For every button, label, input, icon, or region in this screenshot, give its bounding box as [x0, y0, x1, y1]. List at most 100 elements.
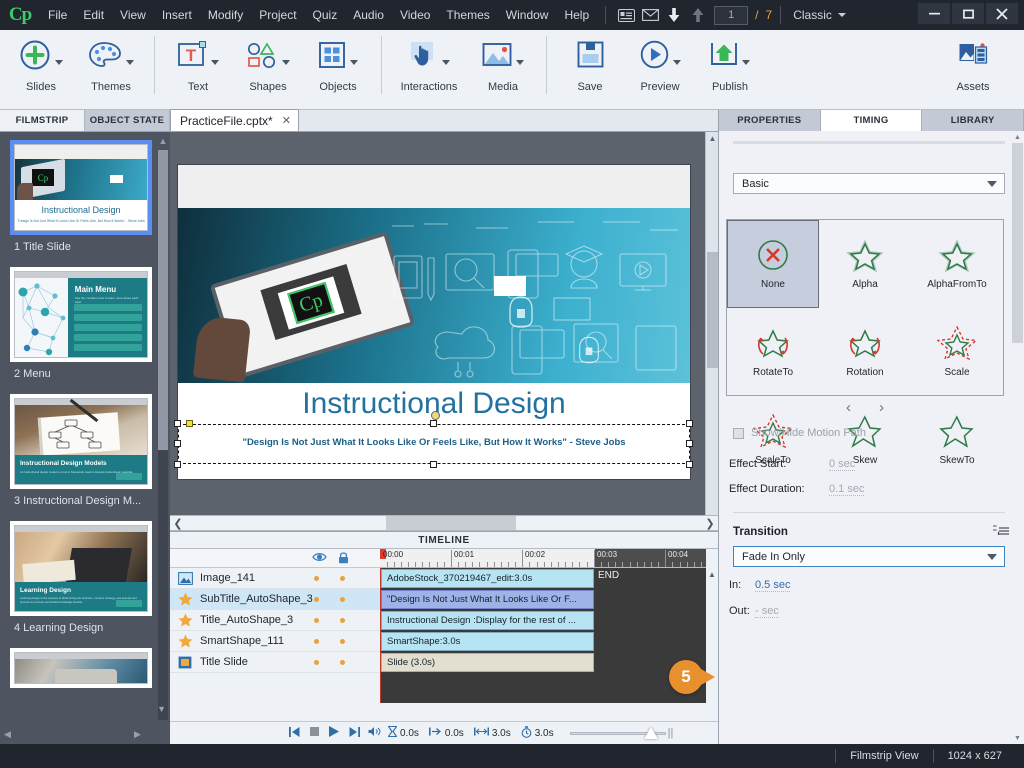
canvas-vscrollbar[interactable]: ▲ [705, 132, 718, 515]
ribbon-media[interactable]: Media [468, 30, 538, 93]
timeline-zoom-slider[interactable] [569, 727, 666, 739]
resize-handle-mr[interactable] [686, 440, 693, 447]
skip-start-icon[interactable] [284, 726, 304, 740]
list-item[interactable]: Main Menu Use the module menu to learn m… [10, 267, 160, 380]
visibility-dot[interactable] [314, 596, 319, 602]
hero-image[interactable]: Cp [178, 208, 690, 383]
mail-icon[interactable] [638, 4, 662, 26]
visibility-dot[interactable] [314, 659, 319, 665]
status-view-mode[interactable]: Filmstrip View [850, 750, 918, 762]
timeline-bar[interactable]: SmartShape:3.0s [381, 632, 594, 651]
slide-notes-icon[interactable] [614, 4, 638, 26]
canvas-hscrollbar[interactable]: ❮ ❯ [170, 515, 718, 531]
lock-icon[interactable] [338, 551, 349, 567]
filmstrip-next-icon[interactable]: ▶ [134, 729, 141, 740]
motion-path-checkbox[interactable] [733, 427, 744, 439]
menu-quiz[interactable]: Quiz [305, 4, 346, 26]
tab-timing[interactable]: TIMING [820, 110, 923, 131]
slide-thumbnail-5[interactable] [10, 648, 152, 688]
filmstrip-panel[interactable]: Cp Instructional Design "Design Is Not J… [0, 132, 170, 744]
stop-icon[interactable] [304, 727, 324, 739]
ribbon-themes[interactable]: Themes [76, 30, 146, 93]
effect-scale[interactable]: Scale [911, 308, 1003, 396]
scroll-left-icon[interactable]: ❮ [170, 517, 186, 530]
menu-help[interactable]: Help [556, 4, 597, 26]
scroll-thumb[interactable] [386, 516, 516, 530]
scroll-right-icon[interactable]: ❯ [702, 517, 718, 530]
visibility-dot[interactable] [314, 638, 319, 644]
lock-dot[interactable] [340, 596, 345, 602]
effect-start-value[interactable]: 0 sec [829, 458, 856, 471]
download-icon[interactable] [662, 4, 686, 26]
scroll-thumb[interactable] [707, 252, 718, 368]
resize-handle-br[interactable] [686, 461, 693, 468]
menu-video[interactable]: Video [392, 4, 438, 26]
slide-thumbnail-1[interactable]: Cp Instructional Design "Design Is Not J… [10, 140, 152, 235]
tab-library[interactable]: LIBRARY [922, 110, 1024, 131]
menu-view[interactable]: View [112, 4, 154, 26]
ribbon-objects[interactable]: Objects [303, 30, 373, 93]
rotate-handle[interactable] [431, 411, 440, 420]
menu-themes[interactable]: Themes [438, 4, 497, 26]
effect-category-dropdown[interactable]: Basic [733, 173, 1005, 194]
shape-adjust-handle[interactable] [186, 420, 193, 427]
tab-object-state[interactable]: OBJECT STATE [85, 110, 170, 131]
table-row[interactable]: SmartShape_111 [170, 631, 380, 652]
chevron-down-icon[interactable] [987, 180, 997, 187]
chevron-down-icon[interactable] [282, 59, 290, 65]
effects-prev-icon[interactable]: ‹ [846, 399, 851, 416]
list-item[interactable]: Instructional Design Models An instructi… [10, 394, 160, 507]
scroll-down-icon[interactable]: ▼ [157, 704, 166, 714]
ribbon-save[interactable]: Save [555, 30, 625, 93]
timeline-bar[interactable]: Slide (3.0s) [381, 653, 594, 672]
timeline-bar[interactable]: Instructional Design :Display for the re… [381, 611, 594, 630]
scroll-thumb[interactable] [158, 150, 168, 450]
chevron-down-icon[interactable] [211, 59, 219, 65]
resize-handle-tr[interactable] [686, 420, 693, 427]
page-number-input[interactable]: 1 [714, 5, 749, 25]
slide-thumbnail-3[interactable]: Instructional Design Models An instructi… [10, 394, 152, 489]
timeline-bar[interactable]: AdobeStock_370219467_edit:3.0s [381, 569, 594, 588]
menu-edit[interactable]: Edit [75, 4, 112, 26]
scroll-up-icon[interactable]: ▲ [158, 136, 168, 146]
close-icon[interactable]: ✕ [282, 114, 291, 127]
menu-project[interactable]: Project [251, 4, 304, 26]
table-row[interactable]: SubTitle_AutoShape_3 [170, 589, 380, 610]
menu-file[interactable]: File [40, 4, 75, 26]
table-row[interactable]: Title Slide [170, 652, 380, 673]
scroll-up-icon[interactable]: ▲ [706, 132, 718, 145]
list-item[interactable] [10, 648, 160, 688]
list-item[interactable]: Cp Instructional Design "Design Is Not J… [10, 140, 160, 253]
ribbon-publish[interactable]: Publish [695, 30, 765, 93]
effect-alpha[interactable]: Alpha [819, 220, 911, 308]
motion-path-checkbox-row[interactable]: Show/Hide Motion Path [733, 427, 866, 439]
chevron-down-icon[interactable] [742, 59, 750, 65]
tab-properties[interactable]: PROPERTIES [719, 110, 821, 131]
chevron-down-icon[interactable] [987, 553, 997, 560]
resize-handle-tc[interactable] [430, 420, 437, 427]
resize-handle-bl[interactable] [174, 461, 181, 468]
filmstrip-scrollbar[interactable]: ▲ [158, 136, 168, 736]
ribbon-interactions[interactable]: Interactions [390, 30, 468, 93]
effect-duration-value[interactable]: 0.1 sec [829, 483, 865, 496]
scroll-track[interactable] [186, 516, 702, 530]
document-tab[interactable]: PracticeFile.cptx* ✕ [170, 109, 299, 131]
chevron-down-icon[interactable] [126, 59, 134, 65]
menu-window[interactable]: Window [498, 4, 557, 26]
scroll-thumb[interactable] [1012, 143, 1023, 343]
timeline-vscrollbar[interactable]: ▲ ▼ [706, 568, 718, 730]
effect-none[interactable]: None [727, 220, 819, 308]
ribbon-slides[interactable]: Slides [6, 30, 76, 93]
effects-grid[interactable]: None Alpha AlphaFromTo RotateTo Rotation… [726, 219, 1004, 466]
resize-grip-icon[interactable]: || [668, 727, 674, 739]
close-button[interactable] [986, 3, 1018, 24]
chevron-down-icon[interactable] [672, 59, 681, 65]
scroll-up-icon[interactable]: ▲ [1012, 131, 1023, 143]
tab-filmstrip[interactable]: FILMSTRIP [0, 110, 85, 131]
slide-canvas[interactable]: Cp Instructional Design "Design Is Not J… [170, 132, 718, 515]
scroll-up-icon[interactable]: ▲ [706, 568, 718, 581]
timeline-ruler[interactable]: 00:00 00:01 00:02 00:03 00:04 [380, 549, 706, 568]
ribbon-text[interactable]: T Text [163, 30, 233, 93]
resize-handle-bc[interactable] [430, 461, 437, 468]
selection-box[interactable] [174, 420, 693, 468]
